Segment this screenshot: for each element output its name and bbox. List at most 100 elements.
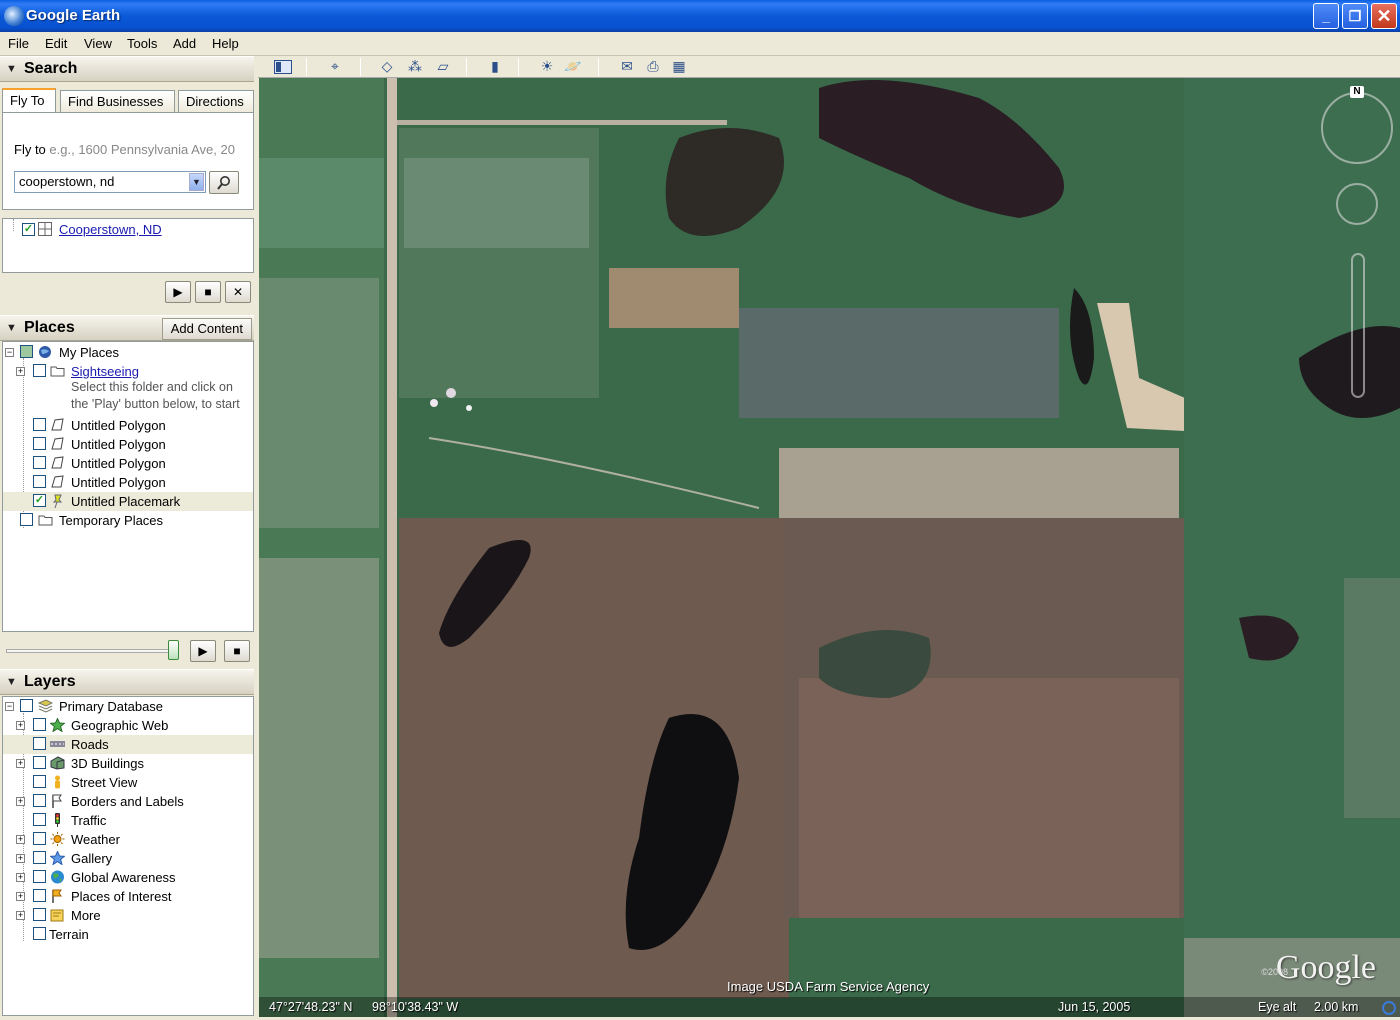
layer-gallery[interactable]: + Gallery bbox=[3, 849, 253, 868]
close-button[interactable]: ✕ bbox=[1371, 3, 1397, 29]
google-maps-icon[interactable]: ▦ bbox=[668, 57, 690, 77]
move-joystick[interactable] bbox=[1336, 183, 1378, 225]
tree-checkbox[interactable]: ✓ bbox=[33, 494, 46, 507]
menu-edit[interactable]: Edit bbox=[45, 36, 67, 51]
layer-street-view[interactable]: Street View bbox=[3, 773, 253, 792]
tree-checkbox[interactable] bbox=[33, 437, 46, 450]
tree-collapse-toggle[interactable]: − bbox=[5, 702, 14, 711]
ruler-icon[interactable]: ▮ bbox=[484, 57, 506, 77]
compass-ring[interactable] bbox=[1321, 92, 1393, 164]
tree-checkbox[interactable] bbox=[33, 475, 46, 488]
search-button[interactable] bbox=[209, 171, 239, 194]
layer-checkbox[interactable] bbox=[33, 718, 46, 731]
menu-add[interactable]: Add bbox=[173, 36, 196, 51]
layer-checkbox[interactable] bbox=[33, 756, 46, 769]
tree-expand-toggle[interactable]: + bbox=[16, 892, 25, 901]
layer-weather[interactable]: + Weather bbox=[3, 830, 253, 849]
layer-checkbox[interactable] bbox=[33, 813, 46, 826]
search-header-label: Search bbox=[24, 60, 78, 77]
image-overlay-icon[interactable]: ▱ bbox=[432, 57, 454, 77]
tab-directions[interactable]: Directions bbox=[178, 90, 254, 114]
places-panel-header[interactable]: ▼ Places Add Content bbox=[0, 315, 254, 341]
layer-checkbox[interactable] bbox=[33, 794, 46, 807]
tree-item-temporary-places[interactable]: Temporary Places bbox=[3, 511, 253, 530]
tree-expand-toggle[interactable]: + bbox=[16, 367, 25, 376]
placemark-tool-icon[interactable]: ⌖ bbox=[324, 57, 346, 77]
menu-help[interactable]: Help bbox=[212, 36, 239, 51]
clear-button[interactable]: ✕ bbox=[225, 281, 251, 303]
sunlight-icon[interactable]: ☀ bbox=[536, 57, 558, 77]
polygon-tool-icon[interactable]: ◇ bbox=[376, 57, 398, 77]
layer-3d-buildings[interactable]: + 3D Buildings bbox=[3, 754, 253, 773]
layer-geographic-web[interactable]: + Geographic Web bbox=[3, 716, 253, 735]
collapse-triangle-icon[interactable]: ▼ bbox=[6, 676, 17, 688]
tree-checkbox[interactable] bbox=[33, 456, 46, 469]
tour-play-button[interactable]: ▶ bbox=[190, 640, 216, 662]
layer-primary-database[interactable]: − Primary Database bbox=[3, 697, 253, 716]
tour-slider-thumb[interactable] bbox=[168, 640, 179, 660]
collapse-triangle-icon[interactable]: ▼ bbox=[6, 322, 17, 334]
layer-checkbox[interactable] bbox=[33, 851, 46, 864]
map-view[interactable]: N Image USDA Farm Service Agency Google … bbox=[259, 78, 1400, 1017]
menu-view[interactable]: View bbox=[84, 36, 112, 51]
tour-stop-button[interactable]: ■ bbox=[224, 640, 250, 662]
layer-checkbox[interactable] bbox=[33, 927, 46, 940]
tree-checkbox[interactable] bbox=[20, 345, 33, 358]
result-checkbox[interactable]: ✓ bbox=[22, 223, 35, 236]
search-result-link[interactable]: Cooperstown, ND bbox=[59, 222, 162, 237]
tree-checkbox[interactable] bbox=[33, 364, 46, 377]
menu-tools[interactable]: Tools bbox=[127, 36, 157, 51]
layer-checkbox[interactable] bbox=[33, 889, 46, 902]
menu-file[interactable]: File bbox=[8, 36, 29, 51]
layer-more[interactable]: + More bbox=[3, 906, 253, 925]
tree-expand-toggle[interactable]: + bbox=[16, 911, 25, 920]
tree-item-placemark[interactable]: ✓ Untitled Placemark bbox=[3, 492, 253, 511]
chevron-down-icon[interactable]: ▼ bbox=[189, 173, 204, 191]
tree-expand-toggle[interactable]: + bbox=[16, 759, 25, 768]
play-button[interactable]: ▶ bbox=[165, 281, 191, 303]
tree-item-polygon[interactable]: Untitled Polygon bbox=[3, 435, 253, 454]
print-icon[interactable]: ⎙ bbox=[642, 57, 664, 77]
tree-item-my-places[interactable]: − My Places bbox=[3, 343, 253, 362]
layer-checkbox[interactable] bbox=[33, 737, 46, 750]
layer-terrain[interactable]: Terrain bbox=[3, 925, 253, 944]
tree-checkbox[interactable] bbox=[20, 513, 33, 526]
layers-panel-header[interactable]: ▼ Layers bbox=[0, 669, 254, 695]
tree-item-polygon[interactable]: Untitled Polygon bbox=[3, 416, 253, 435]
search-panel-header[interactable]: ▼ Search bbox=[0, 56, 254, 82]
planet-icon[interactable]: 🪐 bbox=[562, 57, 584, 77]
tree-expand-toggle[interactable]: + bbox=[16, 835, 25, 844]
tab-find-businesses[interactable]: Find Businesses bbox=[60, 90, 175, 114]
maximize-button[interactable]: ❐ bbox=[1342, 3, 1368, 29]
places-tree: − My Places + Sightseeing Select this fo… bbox=[2, 341, 254, 632]
tree-expand-toggle[interactable]: + bbox=[16, 721, 25, 730]
tree-item-polygon[interactable]: Untitled Polygon bbox=[3, 454, 253, 473]
layer-checkbox[interactable] bbox=[33, 870, 46, 883]
add-content-button[interactable]: Add Content bbox=[161, 318, 252, 340]
layer-global-awareness[interactable]: + Global Awareness bbox=[3, 868, 253, 887]
tree-expand-toggle[interactable]: + bbox=[16, 873, 25, 882]
search-input[interactable]: cooperstown, nd ▼ bbox=[14, 171, 206, 193]
layer-checkbox[interactable] bbox=[20, 699, 33, 712]
tree-collapse-toggle[interactable]: − bbox=[5, 348, 14, 357]
layer-roads[interactable]: Roads bbox=[3, 735, 253, 754]
email-icon[interactable]: ✉ bbox=[616, 57, 638, 77]
path-tool-icon[interactable]: ⁂ bbox=[404, 57, 426, 77]
tour-slider-track[interactable] bbox=[6, 649, 176, 653]
stop-button[interactable]: ■ bbox=[195, 281, 221, 303]
minimize-button[interactable]: _ bbox=[1313, 3, 1339, 29]
tree-checkbox[interactable] bbox=[33, 418, 46, 431]
layer-checkbox[interactable] bbox=[33, 908, 46, 921]
layer-traffic[interactable]: Traffic bbox=[3, 811, 253, 830]
zoom-slider[interactable] bbox=[1351, 253, 1365, 398]
tree-expand-toggle[interactable]: + bbox=[16, 797, 25, 806]
tab-fly-to[interactable]: Fly To bbox=[2, 88, 56, 114]
tree-item-polygon[interactable]: Untitled Polygon bbox=[3, 473, 253, 492]
layer-checkbox[interactable] bbox=[33, 775, 46, 788]
layer-places-of-interest[interactable]: + Places of Interest bbox=[3, 887, 253, 906]
sidebar-toggle-icon[interactable] bbox=[272, 57, 294, 77]
layer-checkbox[interactable] bbox=[33, 832, 46, 845]
collapse-triangle-icon[interactable]: ▼ bbox=[6, 63, 17, 75]
tree-expand-toggle[interactable]: + bbox=[16, 854, 25, 863]
layer-borders-labels[interactable]: + Borders and Labels bbox=[3, 792, 253, 811]
